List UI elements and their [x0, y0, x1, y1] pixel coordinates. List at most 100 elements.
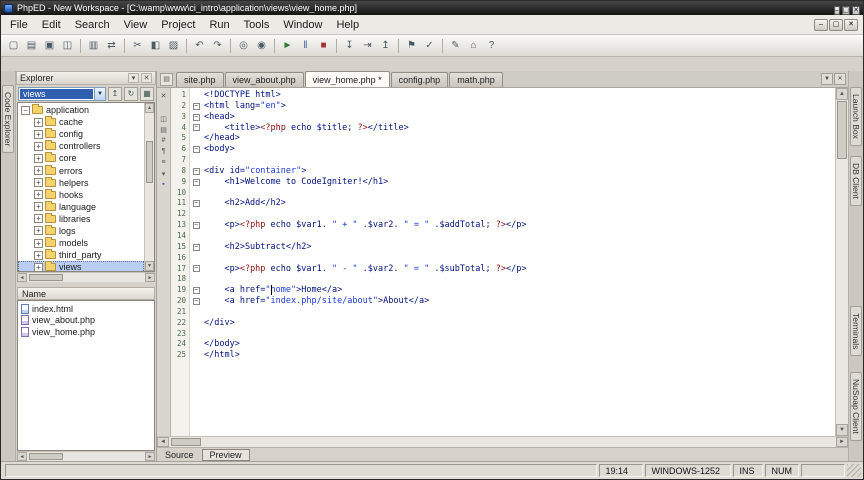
line-numbers-icon[interactable]: # — [158, 135, 170, 146]
minimize-button[interactable]: – — [833, 6, 840, 15]
fold-collapse-icon[interactable]: − — [192, 146, 200, 154]
tree-item-core[interactable]: + core — [18, 152, 144, 164]
highlight-icon[interactable]: ▾ — [158, 168, 170, 179]
menu-help[interactable]: Help — [329, 17, 366, 33]
folder-tree[interactable]: − application + cache + config + controllers + co… — [18, 103, 144, 271]
fold-collapse-icon[interactable]: − — [192, 124, 200, 132]
tab-preview[interactable]: Preview — [201, 448, 250, 461]
expand-icon[interactable]: + — [34, 166, 43, 176]
undo-icon[interactable]: ↶ — [191, 37, 208, 54]
new-file-icon[interactable]: ▢ — [5, 37, 22, 54]
menu-window[interactable]: Window — [276, 17, 329, 33]
sync-icon[interactable]: ⇄ — [103, 37, 120, 54]
tree-item-errors[interactable]: + errors — [18, 164, 144, 176]
tree-item-language[interactable]: + language — [18, 200, 144, 213]
pin-icon[interactable]: ▾ — [128, 73, 139, 83]
expand-icon[interactable]: + — [34, 214, 43, 224]
expand-icon[interactable]: + — [34, 226, 43, 236]
tree-item-views[interactable]: + views — [18, 261, 144, 271]
find-icon[interactable]: ◎ — [235, 37, 252, 54]
tab-site-php[interactable]: site.php — [176, 72, 224, 87]
tree-item-controllers[interactable]: + controllers — [18, 140, 144, 152]
tree-item-third-party[interactable]: + third_party — [18, 249, 144, 261]
code-area[interactable]: <!DOCTYPE html> <html lang="en"> <head> <t… — [202, 88, 835, 436]
fold-collapse-icon[interactable]: − — [192, 102, 200, 110]
breakpoint-icon[interactable]: ▪ — [158, 179, 170, 190]
tab-view-home-php[interactable]: view_home.php * — [304, 71, 390, 87]
fold-collapse-icon[interactable]: − — [192, 200, 200, 208]
collapse-icon[interactable]: − — [21, 105, 30, 115]
home-icon[interactable]: ⌂ — [465, 37, 482, 54]
tree-item-hooks[interactable]: + hooks — [18, 188, 144, 201]
fold-collapse-icon[interactable]: − — [192, 243, 200, 251]
print-icon[interactable]: ▥ — [85, 37, 102, 54]
expand-icon[interactable]: + — [34, 262, 43, 271]
bookmark-icon[interactable]: ⚑ — [403, 37, 420, 54]
file-list[interactable]: index.html view_about.php view_home.php — [17, 300, 155, 451]
tab-source[interactable]: Source — [165, 450, 194, 460]
scrollbar-thumb[interactable] — [837, 101, 847, 159]
editor-horizontal-scrollbar[interactable]: ◄ ► — [157, 436, 848, 447]
edit-icon[interactable]: ✎ — [447, 37, 464, 54]
side-tab-code-explorer[interactable]: Code Explorer — [2, 85, 14, 154]
side-tab-launch-box[interactable]: Launch Box — [850, 87, 862, 146]
combo-dropdown-icon[interactable]: ▼ — [94, 87, 105, 100]
step-out-icon[interactable]: ↥ — [377, 37, 394, 54]
scroll-down-icon[interactable]: ▼ — [836, 424, 848, 436]
paste-icon[interactable]: ▨ — [165, 37, 182, 54]
tree-item-application[interactable]: − application — [18, 104, 144, 116]
refresh-icon[interactable]: ↻ — [124, 86, 138, 101]
menu-edit[interactable]: Edit — [35, 17, 68, 33]
expand-icon[interactable]: + — [34, 238, 43, 248]
tab-scroll-icon[interactable]: ▼ — [821, 73, 833, 85]
close-file-icon[interactable]: ✕ — [158, 90, 170, 101]
list-item[interactable]: index.html — [18, 303, 154, 315]
step-into-icon[interactable]: ↧ — [341, 37, 358, 54]
menu-view[interactable]: View — [117, 17, 155, 33]
filter-icon[interactable]: ▦ — [140, 86, 154, 101]
tab-list-icon[interactable]: ▤ — [160, 73, 173, 86]
scrollbar-thumb[interactable] — [146, 141, 153, 183]
folder-up-icon[interactable]: ↥ — [108, 86, 122, 101]
close-panel-icon[interactable]: ✕ — [141, 73, 152, 83]
compare-icon[interactable]: ◫ — [158, 113, 170, 124]
mdi-close-button[interactable]: ✕ — [844, 18, 858, 31]
tree-horizontal-scrollbar[interactable]: ◄ ► — [17, 272, 155, 282]
menu-file[interactable]: File — [3, 17, 35, 33]
spell-check-icon[interactable]: ✓ — [421, 37, 438, 54]
pause-icon[interactable]: ‖ — [297, 37, 314, 54]
expand-icon[interactable]: + — [34, 178, 43, 188]
close-tab-icon[interactable]: ✕ — [834, 73, 846, 85]
menu-tools[interactable]: Tools — [237, 17, 277, 33]
mdi-minimize-button[interactable]: – — [814, 18, 828, 31]
side-tab-terminals[interactable]: Terminals — [850, 305, 862, 357]
expand-icon[interactable]: + — [34, 153, 43, 163]
save-icon[interactable]: ▣ — [41, 37, 58, 54]
scroll-right-icon[interactable]: ► — [145, 452, 155, 461]
side-tab-db-client[interactable]: DB Client — [850, 155, 862, 206]
fold-collapse-icon[interactable]: − — [192, 167, 200, 175]
copy-icon[interactable]: ◧ — [147, 37, 164, 54]
redo-icon[interactable]: ↷ — [209, 37, 226, 54]
fold-collapse-icon[interactable]: − — [192, 222, 200, 230]
tab-config-php[interactable]: config.php — [390, 72, 449, 87]
tree-item-helpers[interactable]: + helpers — [18, 176, 144, 189]
mdi-restore-button[interactable]: ▢ — [829, 18, 843, 31]
menu-search[interactable]: Search — [68, 17, 117, 33]
expand-icon[interactable]: + — [34, 202, 43, 212]
expand-icon[interactable]: + — [34, 117, 43, 127]
side-tab-nusoap-client[interactable]: NuSoap Client — [850, 372, 862, 441]
scrollbar-thumb[interactable] — [29, 274, 63, 281]
fold-all-icon[interactable]: ≡ — [158, 157, 170, 168]
fold-collapse-icon[interactable]: − — [192, 113, 200, 121]
save-all-icon[interactable]: ◫ — [59, 37, 76, 54]
tree-item-cache[interactable]: + cache — [18, 116, 144, 128]
step-over-icon[interactable]: ⇥ — [359, 37, 376, 54]
tree-vertical-scrollbar[interactable]: ▲ ▼ — [144, 103, 154, 271]
help-icon[interactable]: ? — [483, 37, 500, 54]
scroll-down-icon[interactable]: ▼ — [145, 261, 154, 271]
fold-collapse-icon[interactable]: − — [192, 265, 200, 273]
scroll-up-icon[interactable]: ▲ — [145, 103, 154, 113]
files-horizontal-scrollbar[interactable]: ◄ ► — [17, 451, 155, 461]
expand-icon[interactable]: + — [34, 141, 43, 151]
